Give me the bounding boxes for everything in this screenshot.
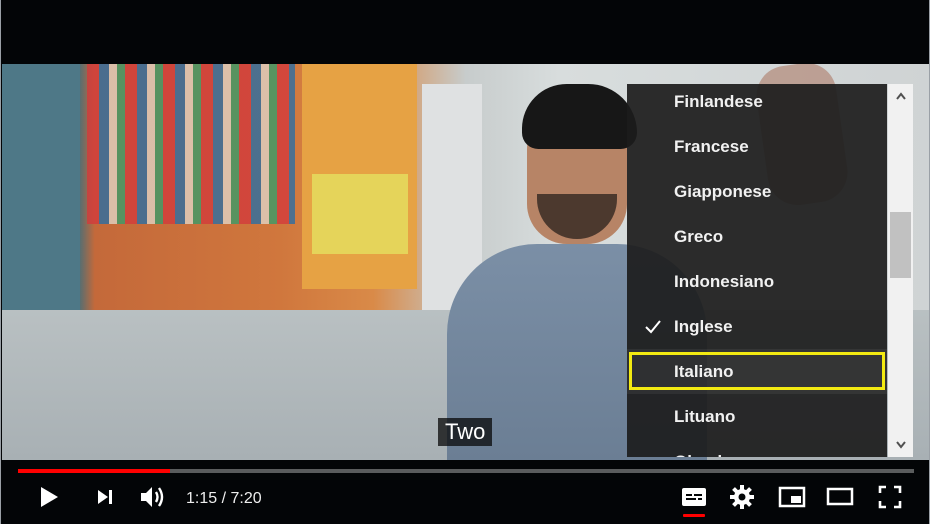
subtitles-active-indicator — [683, 514, 705, 517]
menu-item-indonesiano[interactable]: Indonesiano — [627, 259, 887, 304]
theater-mode-icon — [826, 487, 854, 512]
menu-item-label: Greco — [674, 227, 724, 246]
flags-poster — [87, 64, 295, 224]
next-icon — [95, 487, 115, 512]
menu-item-olandese[interactable]: Olandese — [627, 439, 887, 457]
theater-mode-button[interactable] — [823, 476, 857, 522]
menu-item-inglese[interactable]: Inglese — [627, 304, 887, 349]
miniplayer-icon — [778, 486, 806, 513]
settings-gear-icon — [729, 484, 755, 515]
menu-item-giapponese[interactable]: Giapponese — [627, 169, 887, 214]
volume-button[interactable] — [135, 476, 171, 522]
settings-button[interactable] — [725, 476, 759, 522]
miniplayer-button[interactable] — [775, 476, 809, 522]
menu-item-francese[interactable]: Francese — [627, 124, 887, 169]
menu-item-label: Finlandese — [674, 92, 763, 111]
fullscreen-icon — [878, 485, 902, 514]
menu-item-finlandese[interactable]: Finlandese — [627, 84, 887, 124]
play-button[interactable] — [33, 476, 65, 522]
menu-item-label: Francese — [674, 137, 749, 156]
classroom-poster — [312, 174, 408, 254]
next-button[interactable] — [89, 476, 121, 522]
scrollbar-thumb[interactable] — [890, 212, 911, 278]
arrow-down-icon[interactable] — [888, 433, 913, 457]
menu-item-label: Inglese — [674, 317, 733, 336]
volume-icon — [138, 484, 168, 515]
fullscreen-button[interactable] — [873, 476, 907, 522]
checkmark-icon — [642, 304, 664, 349]
student-hair — [522, 84, 637, 149]
menu-scrollbar[interactable] — [888, 84, 913, 457]
progress-bar[interactable] — [18, 469, 914, 473]
menu-item-lituano[interactable]: Lituano — [627, 394, 887, 439]
video-player[interactable]: Two Finlandese Francese Giapponese Greco… — [0, 0, 930, 524]
menu-item-greco[interactable]: Greco — [627, 214, 887, 259]
menu-item-label: Giapponese — [674, 182, 772, 201]
time-display: 1:15 / 7:20 — [186, 490, 262, 507]
classroom-poster — [2, 64, 80, 324]
progress-played — [18, 469, 171, 473]
subtitle-language-menu[interactable]: Finlandese Francese Giapponese Greco Ind… — [627, 84, 887, 457]
subtitle-caption: Two — [438, 418, 493, 446]
menu-item-label: Indonesiano — [674, 272, 775, 291]
subtitles-icon — [681, 487, 707, 512]
menu-item-label: Olandese — [674, 439, 751, 457]
menu-item-label: Lituano — [674, 407, 736, 426]
selection-highlight-box — [629, 352, 885, 390]
player-controls: 1:15 / 7:20 — [1, 476, 929, 522]
play-icon — [38, 485, 60, 514]
arrow-up-icon[interactable] — [888, 84, 913, 108]
